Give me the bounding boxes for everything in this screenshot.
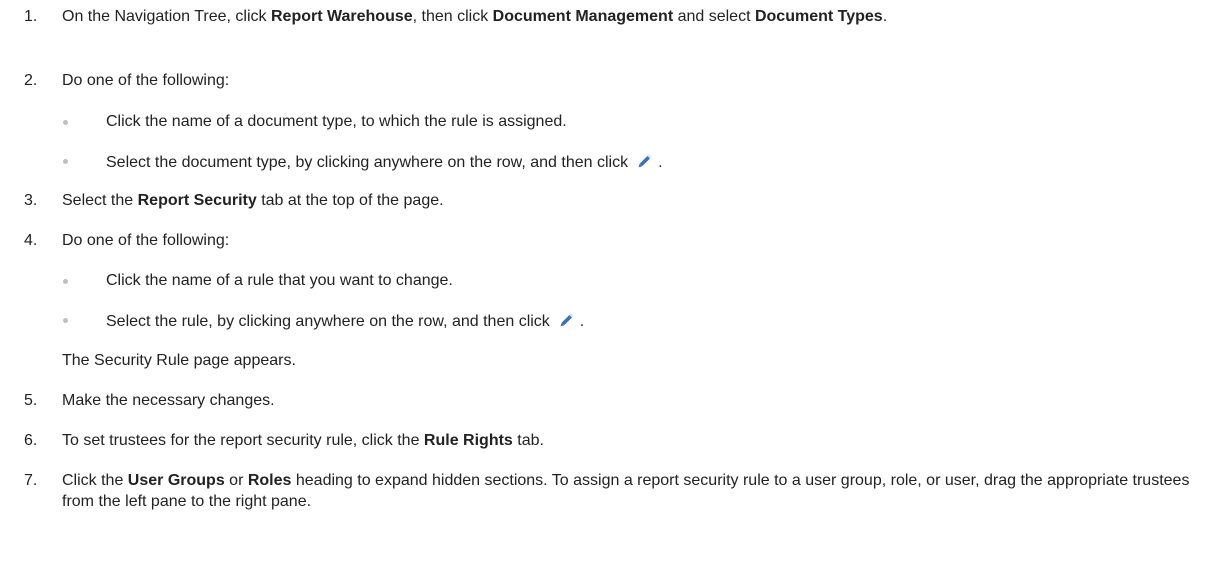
- ui-term-user-groups: User Groups: [127, 472, 225, 489]
- bullet-icon: [63, 279, 68, 284]
- step-text: Do one of the following:: [62, 72, 230, 89]
- step-number: 5.: [24, 392, 38, 409]
- ui-term-report-security: Report Security: [137, 192, 257, 209]
- step-4-note: The Security Rule page appears.: [62, 352, 296, 369]
- pencil-edit-icon: [560, 313, 574, 327]
- step-number: 2.: [24, 72, 38, 89]
- step-number: 7.: [24, 472, 38, 489]
- bullet-icon: [63, 159, 68, 164]
- bullet-text: Click the name of a rule that you want t…: [106, 272, 453, 289]
- step-text: Do one of the following:: [62, 232, 230, 249]
- step-text: To set trustees for the report security …: [62, 432, 544, 449]
- step-text: Make the necessary changes.: [62, 392, 275, 409]
- ui-term-report-warehouse: Report Warehouse: [270, 8, 413, 25]
- step-text: On the Navigation Tree, click Report War…: [62, 8, 888, 25]
- bullet-icon: [63, 120, 68, 125]
- bullet-text: Select the document type, by clicking an…: [106, 150, 663, 173]
- ui-term-document-types: Document Types: [754, 8, 883, 25]
- step-number: 3.: [24, 192, 38, 209]
- step-text: Click the User Groups or Roles heading t…: [62, 472, 1190, 510]
- pencil-edit-icon: [638, 154, 652, 168]
- step-number: 6.: [24, 432, 38, 449]
- ui-term-document-management: Document Management: [492, 8, 674, 25]
- ui-term-roles: Roles: [247, 472, 292, 489]
- bullet-text: Click the name of a document type, to wh…: [106, 113, 567, 130]
- step-text: Select the Report Security tab at the to…: [62, 192, 444, 209]
- ui-term-rule-rights: Rule Rights: [423, 432, 513, 449]
- bullet-text: Select the rule, by clicking anywhere on…: [106, 309, 584, 332]
- bullet-icon: [63, 318, 68, 323]
- step-number: 4.: [24, 232, 38, 249]
- step-number: 1.: [24, 8, 38, 25]
